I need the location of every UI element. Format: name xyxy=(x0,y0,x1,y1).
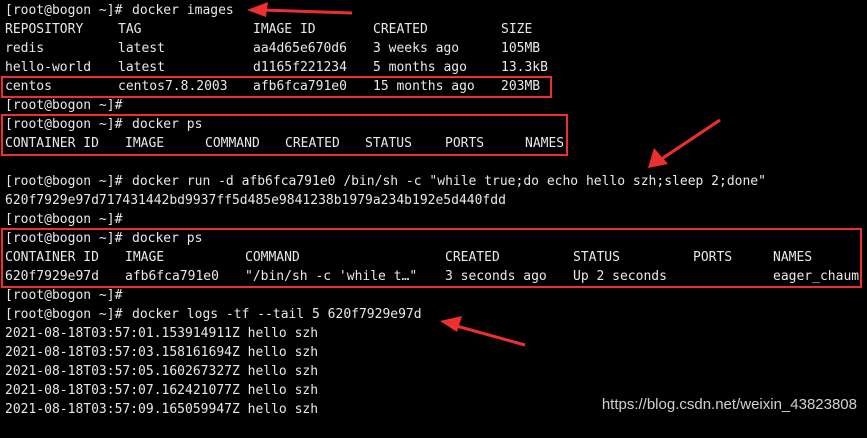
cell-created: 3 seconds ago xyxy=(445,269,547,284)
header-names: NAMES xyxy=(773,250,813,265)
log-line: 2021-08-18T03:57:07.162421077Z hello szh xyxy=(5,383,319,398)
cell-status: Up 2 seconds xyxy=(573,269,667,284)
cell-tag: centos7.8.2003 xyxy=(118,79,228,94)
header-command: COMMAND xyxy=(205,136,260,151)
cell-image-id: afb6fca791e0 xyxy=(253,79,347,94)
ps-table-header: CONTAINER ID IMAGE COMMAND CREATED STATU… xyxy=(5,248,812,267)
prompt: [root@bogon ~]# xyxy=(5,307,123,322)
header-names: NAMES xyxy=(525,136,565,151)
command-docker-run: docker run -d afb6fca791e0 /bin/sh -c "w… xyxy=(132,174,766,189)
cell-names: eager_chaum xyxy=(773,269,860,284)
arrow-to-empty-ps-headers xyxy=(648,118,721,168)
header-created: CREATED xyxy=(285,136,340,151)
cell-tag: latest xyxy=(118,60,165,75)
header-repository: REPOSITORY xyxy=(5,22,84,37)
log-line: 2021-08-18T03:57:09.165059947Z hello szh xyxy=(5,402,319,417)
header-tag: TAG xyxy=(118,22,142,37)
header-container-id: CONTAINER ID xyxy=(5,136,99,151)
cell-created: 3 weeks ago xyxy=(373,41,460,56)
terminal-window[interactable]: [root@bogon ~]# docker images REPOSITORY… xyxy=(0,0,867,421)
prompt-line-empty: [root@bogon ~]# xyxy=(5,286,122,305)
prompt-line-empty: [root@bogon ~]# xyxy=(5,210,122,229)
arrow-to-docker-images xyxy=(247,2,353,17)
images-table-header: REPOSITORY TAG IMAGE ID CREATED SIZE xyxy=(5,20,532,39)
header-created: CREATED xyxy=(445,250,500,265)
cell-size: 203MB xyxy=(501,79,541,94)
ps-table-row: 620f7929e97d afb6fca791e0 "/bin/sh -c 'w… xyxy=(5,267,859,286)
header-size: SIZE xyxy=(501,22,533,37)
command-docker-ps: docker ps xyxy=(132,231,203,246)
log-line: 2021-08-18T03:57:01.153914911Z hello szh xyxy=(5,326,319,341)
command-docker-images: docker images xyxy=(132,3,234,18)
header-image-id: IMAGE ID xyxy=(253,22,316,37)
watermark: https://blog.csdn.net/weixin_43823808 xyxy=(601,396,857,413)
prompt: [root@bogon ~]# xyxy=(5,288,123,303)
cell-command: "/bin/sh -c 'while t…" xyxy=(245,269,418,284)
prompt-line-ps-2: [root@bogon ~]# docker ps xyxy=(5,229,202,248)
images-table-row: redis latest aa4d65e670d6 3 weeks ago 10… xyxy=(5,39,540,58)
header-ports: PORTS xyxy=(445,136,485,151)
header-command: COMMAND xyxy=(245,250,300,265)
images-table-row-centos: centos centos7.8.2003 afb6fca791e0 15 mo… xyxy=(5,77,540,96)
command-docker-logs: docker logs -tf --tail 5 620f7929e97d xyxy=(132,307,422,322)
header-image: IMAGE xyxy=(125,136,165,151)
header-container-id: CONTAINER ID xyxy=(5,250,99,265)
log-line: 2021-08-18T03:57:03.158161694Z hello szh xyxy=(5,345,319,360)
prompt: [root@bogon ~]# xyxy=(5,212,123,227)
prompt-line-ps: [root@bogon ~]# docker ps xyxy=(5,115,202,134)
ps-table-header-empty: CONTAINER ID IMAGE COMMAND CREATED STATU… xyxy=(5,134,564,153)
container-id-full: 620f7929e97d717431442bd9937ff5d485e98412… xyxy=(5,193,506,208)
cell-tag: latest xyxy=(118,41,165,56)
prompt: [root@bogon ~]# xyxy=(5,98,123,113)
header-image: IMAGE xyxy=(125,250,165,265)
arrow-to-docker-logs xyxy=(440,316,526,347)
cell-created: 15 months ago xyxy=(373,79,475,94)
cell-created: 5 months ago xyxy=(373,60,467,75)
header-status: STATUS xyxy=(573,250,620,265)
cell-repository: centos xyxy=(5,79,52,94)
images-table-row: hello-world latest d1165f221234 5 months… xyxy=(5,58,548,77)
cell-size: 105MB xyxy=(501,41,541,56)
prompt: [root@bogon ~]# xyxy=(5,117,123,132)
prompt-line-empty: [root@bogon ~]# xyxy=(5,96,122,115)
cell-repository: redis xyxy=(5,41,45,56)
prompt-line-images: [root@bogon ~]# docker images xyxy=(5,1,234,20)
header-ports: PORTS xyxy=(693,250,733,265)
cell-repository: hello-world xyxy=(5,60,92,75)
prompt: [root@bogon ~]# xyxy=(5,231,123,246)
prompt: [root@bogon ~]# xyxy=(5,3,123,18)
cell-container-id: 620f7929e97d xyxy=(5,269,99,284)
prompt-line-logs: [root@bogon ~]# docker logs -tf --tail 5… xyxy=(5,305,422,324)
prompt: [root@bogon ~]# xyxy=(5,174,123,189)
header-created: CREATED xyxy=(373,22,428,37)
prompt-line-run: [root@bogon ~]# docker run -d afb6fca791… xyxy=(5,172,766,191)
run-output-container-id: 620f7929e97d717431442bd9937ff5d485e98412… xyxy=(5,191,506,210)
command-docker-ps: docker ps xyxy=(132,117,203,132)
header-status: STATUS xyxy=(365,136,412,151)
log-line: 2021-08-18T03:57:05.160267327Z hello szh xyxy=(5,364,319,379)
cell-size: 13.3kB xyxy=(501,60,548,75)
cell-image-id: aa4d65e670d6 xyxy=(253,41,347,56)
cell-image-id: d1165f221234 xyxy=(253,60,347,75)
cell-image: afb6fca791e0 xyxy=(125,269,219,284)
